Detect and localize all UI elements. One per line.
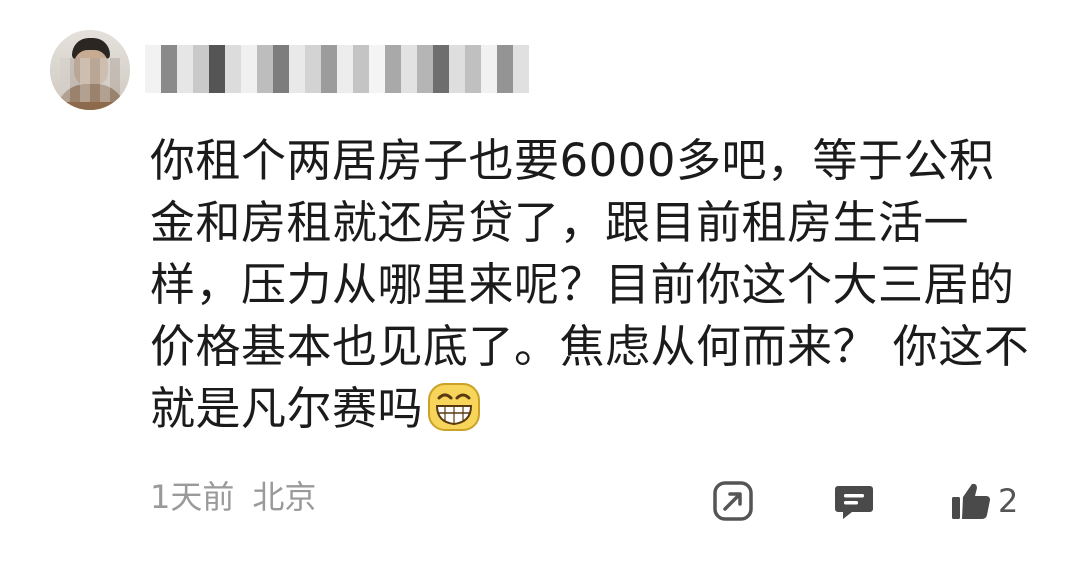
comment-meta: 1天前 北京 [150, 472, 316, 518]
thumbs-up-icon [952, 483, 990, 519]
username-redacted[interactable] [145, 45, 535, 93]
grinning-squint-emoji-icon [428, 383, 481, 431]
redaction-mosaic [145, 45, 529, 93]
like-count: 2 [998, 482, 1019, 520]
share-button[interactable] [712, 476, 754, 526]
reply-button[interactable] [833, 476, 875, 526]
comment-card: 你租个两居房子也要6000多吧，等于公积金和房租就还房贷了，跟目前租房生活一样，… [0, 0, 1080, 577]
avatar[interactable] [50, 30, 130, 110]
like-button[interactable]: 2 [950, 476, 1018, 526]
comment-text-block: 你租个两居房子也要6000多吧，等于公积金和房租就还房贷了，跟目前租房生活一样，… [150, 130, 1030, 440]
reply-icon [835, 486, 873, 519]
share-icon [713, 481, 753, 521]
comment-text: 你租个两居房子也要6000多吧，等于公积金和房租就还房贷了，跟目前租房生活一样，… [150, 134, 1030, 435]
comment-location: 北京 [252, 478, 317, 516]
comment-time: 1天前 [150, 478, 235, 516]
